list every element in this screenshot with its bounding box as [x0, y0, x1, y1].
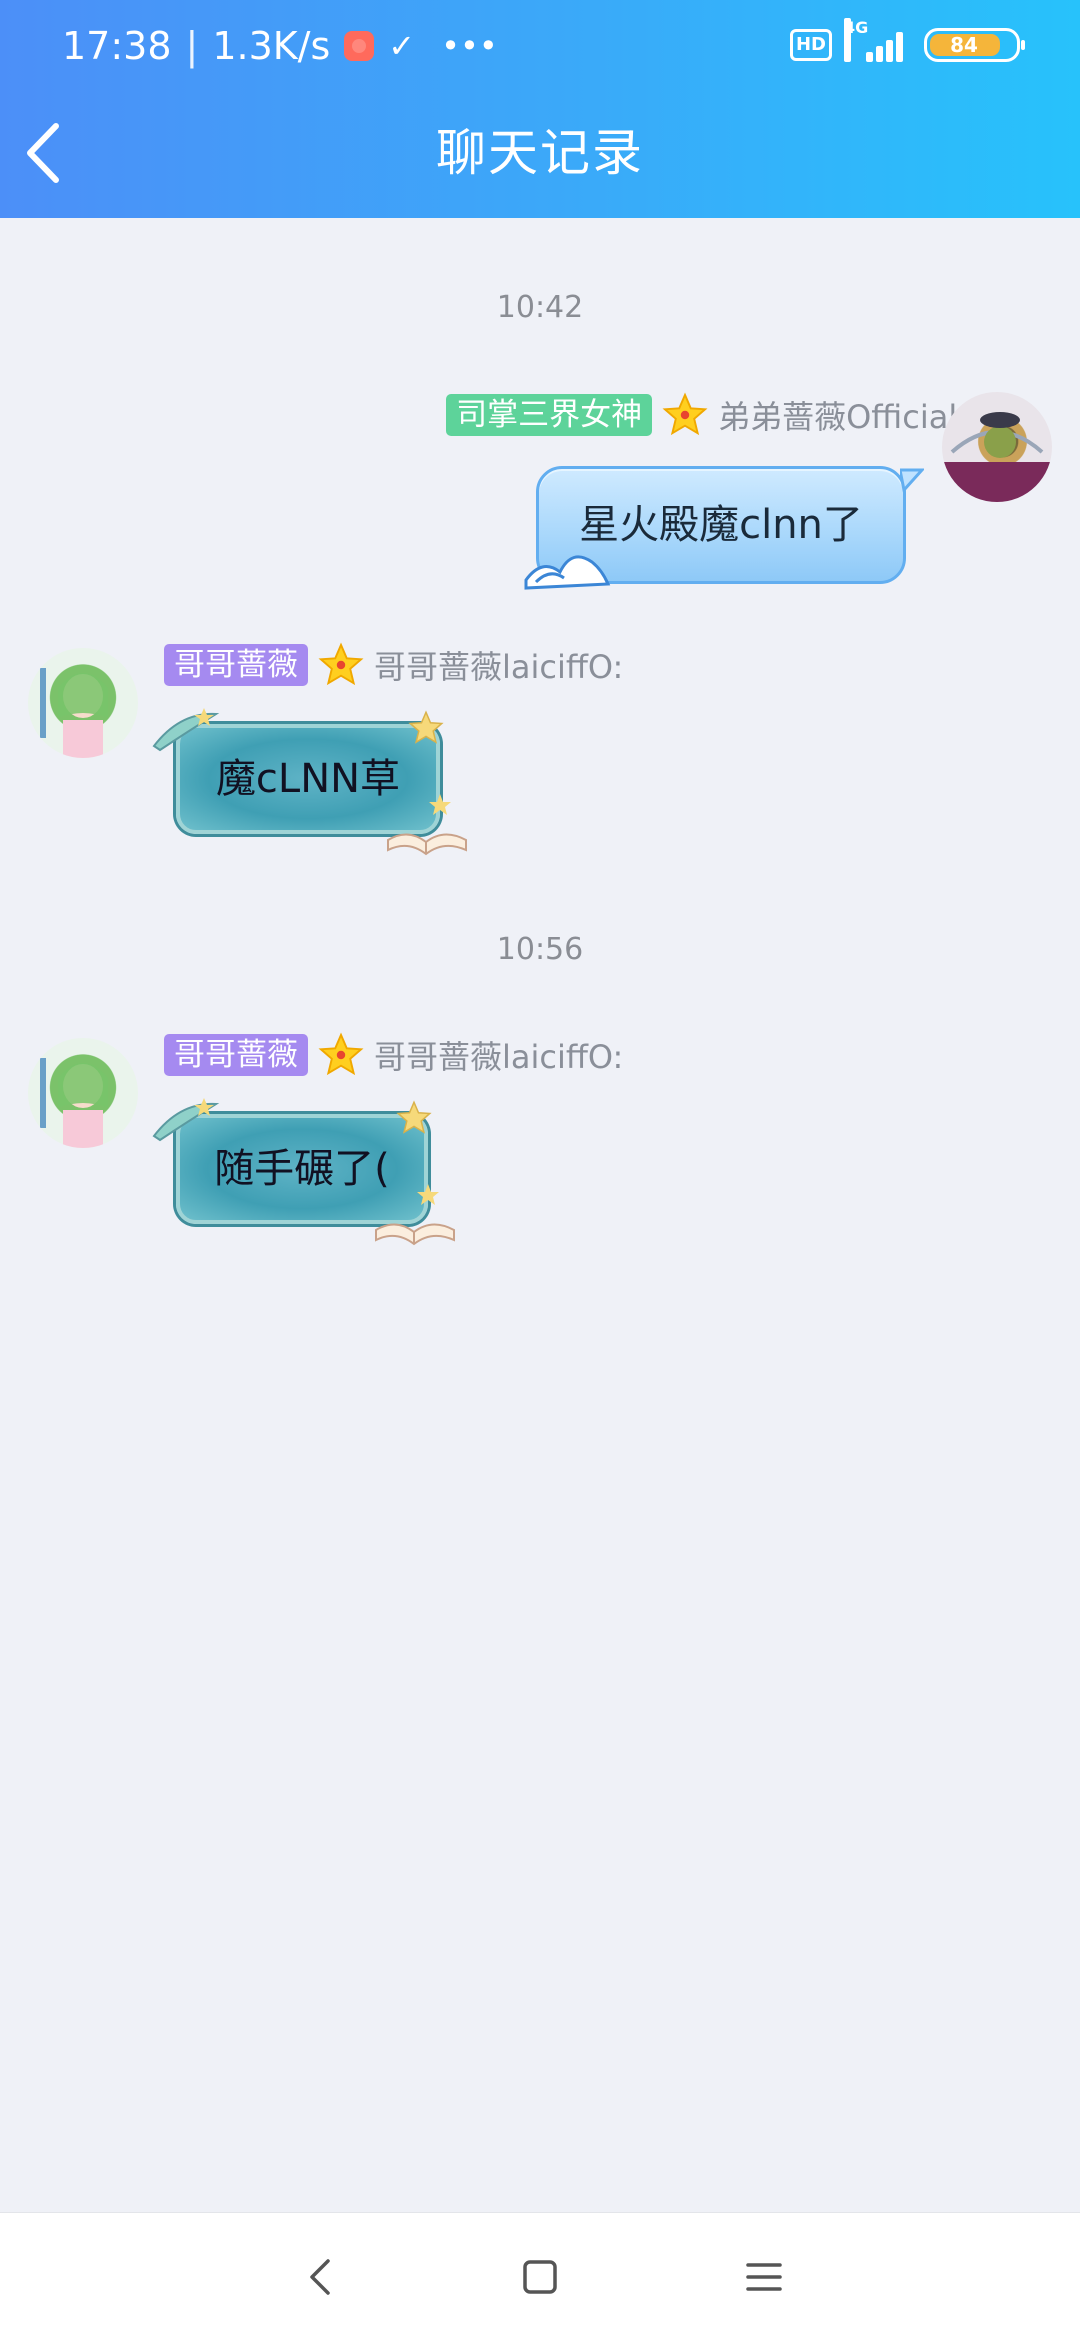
- nav-back-icon[interactable]: [290, 2247, 350, 2307]
- title-tag: 哥哥蔷薇: [164, 644, 308, 686]
- network-speed: 1.3K/s: [212, 24, 331, 68]
- system-nav-bar: [0, 2212, 1080, 2341]
- wave-decoration-icon: [524, 555, 611, 590]
- sender-name: 弟弟蔷薇Official:: [718, 398, 968, 436]
- bubble-tail: [900, 468, 924, 494]
- book-decoration-icon: [375, 1184, 455, 1246]
- sender-name: 哥哥蔷薇laiciffO:: [374, 1038, 624, 1076]
- message-text: 星火殿魔clnn了: [579, 502, 863, 548]
- sender-meta: 司掌三界女神 弟弟蔷薇Official:: [446, 392, 968, 438]
- network-type: 4G: [844, 18, 868, 62]
- more-notifications-icon: •••: [441, 27, 498, 65]
- notification-app-icon: [344, 31, 375, 61]
- status-divider: |: [185, 24, 199, 68]
- nav-home-icon[interactable]: [510, 2247, 570, 2307]
- status-bar: 17:38 | 1.3K/s ✓ ••• HD 4G 84: [0, 0, 1080, 100]
- star-icon: [318, 642, 364, 686]
- check-icon: ✓: [388, 27, 416, 65]
- page-title: 聊天记录: [436, 124, 644, 182]
- avatar[interactable]: [28, 1038, 138, 1148]
- battery-icon: 84: [924, 28, 1025, 62]
- message-text: 魔cLNN草: [215, 756, 401, 802]
- feather-decoration-icon: [152, 708, 220, 752]
- feather-decoration-icon: [152, 1098, 220, 1142]
- star-decoration-icon: [396, 1100, 432, 1134]
- sender-meta: 哥哥蔷薇 哥哥蔷薇laiciffO:: [164, 642, 623, 688]
- hd-badge: HD: [789, 29, 832, 61]
- book-decoration-icon: [387, 794, 467, 856]
- timestamp: 10:42: [496, 290, 584, 325]
- nav-menu-icon[interactable]: [734, 2247, 794, 2307]
- sender-meta: 哥哥蔷薇 哥哥蔷薇laiciffO:: [164, 1032, 623, 1078]
- battery-level: 84: [950, 33, 978, 57]
- status-time: 17:38: [62, 24, 172, 68]
- star-icon: [318, 1032, 364, 1076]
- signal-icon: 4G: [844, 18, 906, 62]
- star-decoration-icon: [408, 710, 444, 744]
- title-tag: 哥哥蔷薇: [164, 1034, 308, 1076]
- star-icon: [662, 392, 708, 436]
- title-tag: 司掌三界女神: [446, 394, 653, 436]
- avatar[interactable]: [28, 648, 138, 758]
- timestamp: 10:56: [496, 932, 584, 967]
- avatar[interactable]: [942, 392, 1052, 502]
- message-text: 随手碾了(: [214, 1146, 390, 1192]
- header-bar: 17:38 | 1.3K/s ✓ ••• HD 4G 84 聊天记录: [0, 0, 1080, 218]
- sender-name: 哥哥蔷薇laiciffO:: [374, 648, 624, 686]
